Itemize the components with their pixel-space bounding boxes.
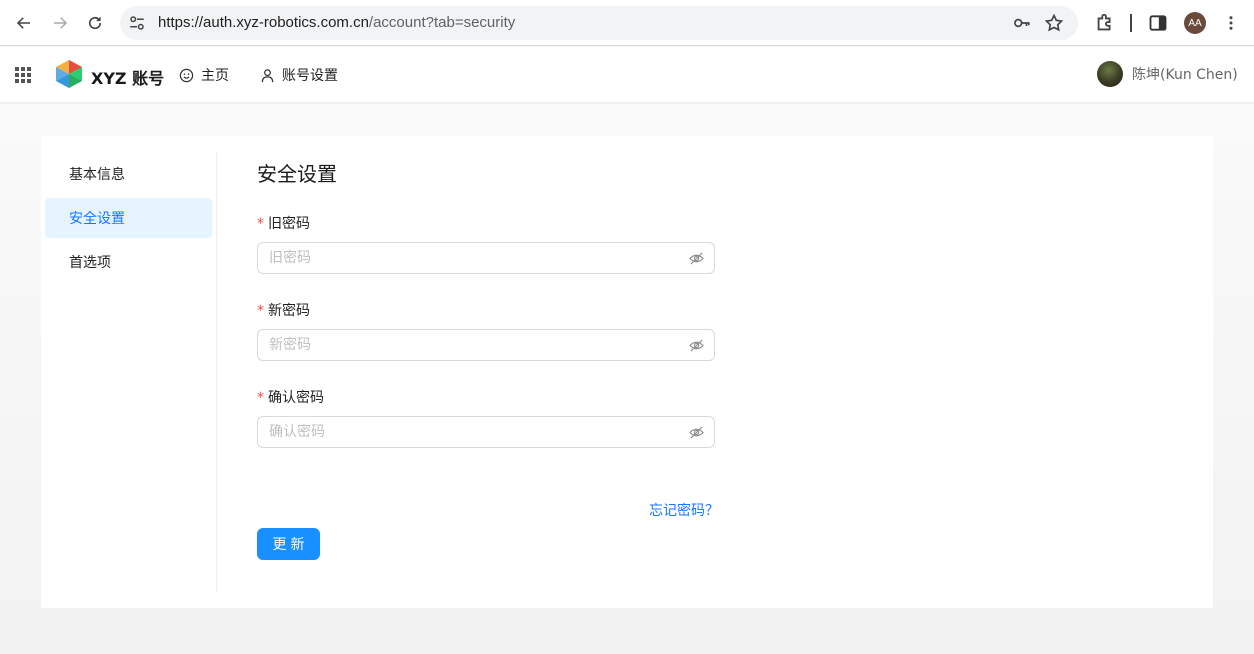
nav-account-settings[interactable]: 账号设置 — [260, 65, 338, 85]
back-button[interactable] — [10, 9, 38, 37]
app-header: XYZ 账号 主页 账号设置 陈坤(Kun Chen) — [0, 47, 1254, 103]
sidebar-divider — [216, 152, 217, 592]
apps-grid-icon[interactable] — [15, 67, 31, 83]
arrow-left-icon — [16, 17, 30, 29]
key-icon[interactable] — [1012, 14, 1032, 32]
required-mark: * — [257, 390, 264, 406]
nav-home-label: 主页 — [201, 68, 229, 84]
side-panel-icon[interactable] — [1148, 13, 1168, 33]
extensions-icon[interactable] — [1094, 12, 1116, 34]
new-password-input[interactable] — [258, 330, 658, 360]
forgot-password-link[interactable]: 忘记密码？ — [649, 500, 719, 520]
user-avatar — [1097, 61, 1123, 87]
confirm-password-label-text: 确认密码 — [268, 390, 324, 406]
settings-sidebar: 基本信息 安全设置 首选项 — [45, 154, 212, 286]
url-text[interactable]: https://auth.xyz-robotics.com.cn/account… — [158, 14, 515, 31]
url-host: https://auth.xyz-robotics.com.cn — [158, 14, 369, 31]
sidebar-item-label: 安全设置 — [69, 211, 125, 227]
page-title: 安全设置 — [257, 162, 337, 186]
confirm-password-field[interactable] — [257, 416, 715, 448]
sidebar-item-label: 基本信息 — [69, 167, 125, 183]
security-form: 安全设置 * 旧密码 * 新密码 * 确认密码 忘记密码？ 更新 — [257, 158, 719, 560]
sidebar-item-preferences[interactable]: 首选项 — [45, 242, 212, 282]
update-button[interactable]: 更新 — [257, 528, 320, 560]
new-password-label: * 新密码 — [257, 300, 310, 320]
sidebar-item-basic-info[interactable]: 基本信息 — [45, 154, 212, 194]
url-path: /account?tab=security — [368, 14, 516, 31]
sidebar-item-label: 首选项 — [69, 255, 111, 271]
user-name: 陈坤(Kun Chen) — [1132, 67, 1238, 83]
site-info-icon[interactable] — [128, 14, 146, 32]
eye-invisible-icon[interactable] — [689, 338, 704, 353]
new-password-field[interactable] — [257, 329, 715, 361]
reload-button[interactable] — [81, 9, 109, 37]
nav-account-settings-label: 账号设置 — [282, 68, 338, 84]
arrow-right-icon — [54, 17, 68, 29]
more-vert-icon[interactable] — [1222, 12, 1240, 34]
eye-invisible-icon[interactable] — [689, 251, 704, 266]
old-password-label: * 旧密码 — [257, 213, 310, 233]
required-mark: * — [257, 216, 264, 232]
confirm-password-label: * 确认密码 — [257, 387, 324, 407]
smile-icon — [179, 68, 194, 82]
settings-card: 基本信息 安全设置 首选项 安全设置 * 旧密码 * 新密码 * 确认密码 忘记密码？… — [41, 136, 1213, 608]
eye-invisible-icon[interactable] — [689, 425, 704, 440]
bookmark-star-icon[interactable] — [1044, 13, 1064, 33]
old-password-field[interactable] — [257, 242, 715, 274]
reload-icon — [88, 16, 102, 30]
old-password-label-text: 旧密码 — [268, 216, 310, 232]
sidebar-item-security[interactable]: 安全设置 — [45, 198, 212, 238]
old-password-input[interactable] — [258, 243, 658, 273]
toolbar-divider — [1130, 14, 1132, 32]
nav-home[interactable]: 主页 — [179, 65, 229, 85]
user-icon — [261, 68, 274, 82]
xyz-logo-icon[interactable] — [54, 59, 84, 89]
profile-avatar[interactable]: AA — [1184, 12, 1206, 34]
browser-toolbar: https://auth.xyz-robotics.com.cn/account… — [0, 0, 1254, 46]
required-mark: * — [257, 303, 264, 319]
address-bar[interactable]: https://auth.xyz-robotics.com.cn/account… — [120, 6, 1078, 40]
forward-button[interactable] — [46, 9, 74, 37]
brand-title[interactable]: XYZ 账号 — [91, 65, 164, 89]
confirm-password-input[interactable] — [258, 417, 658, 447]
new-password-label-text: 新密码 — [268, 303, 310, 319]
user-menu[interactable]: 陈坤(Kun Chen) — [1097, 61, 1238, 87]
